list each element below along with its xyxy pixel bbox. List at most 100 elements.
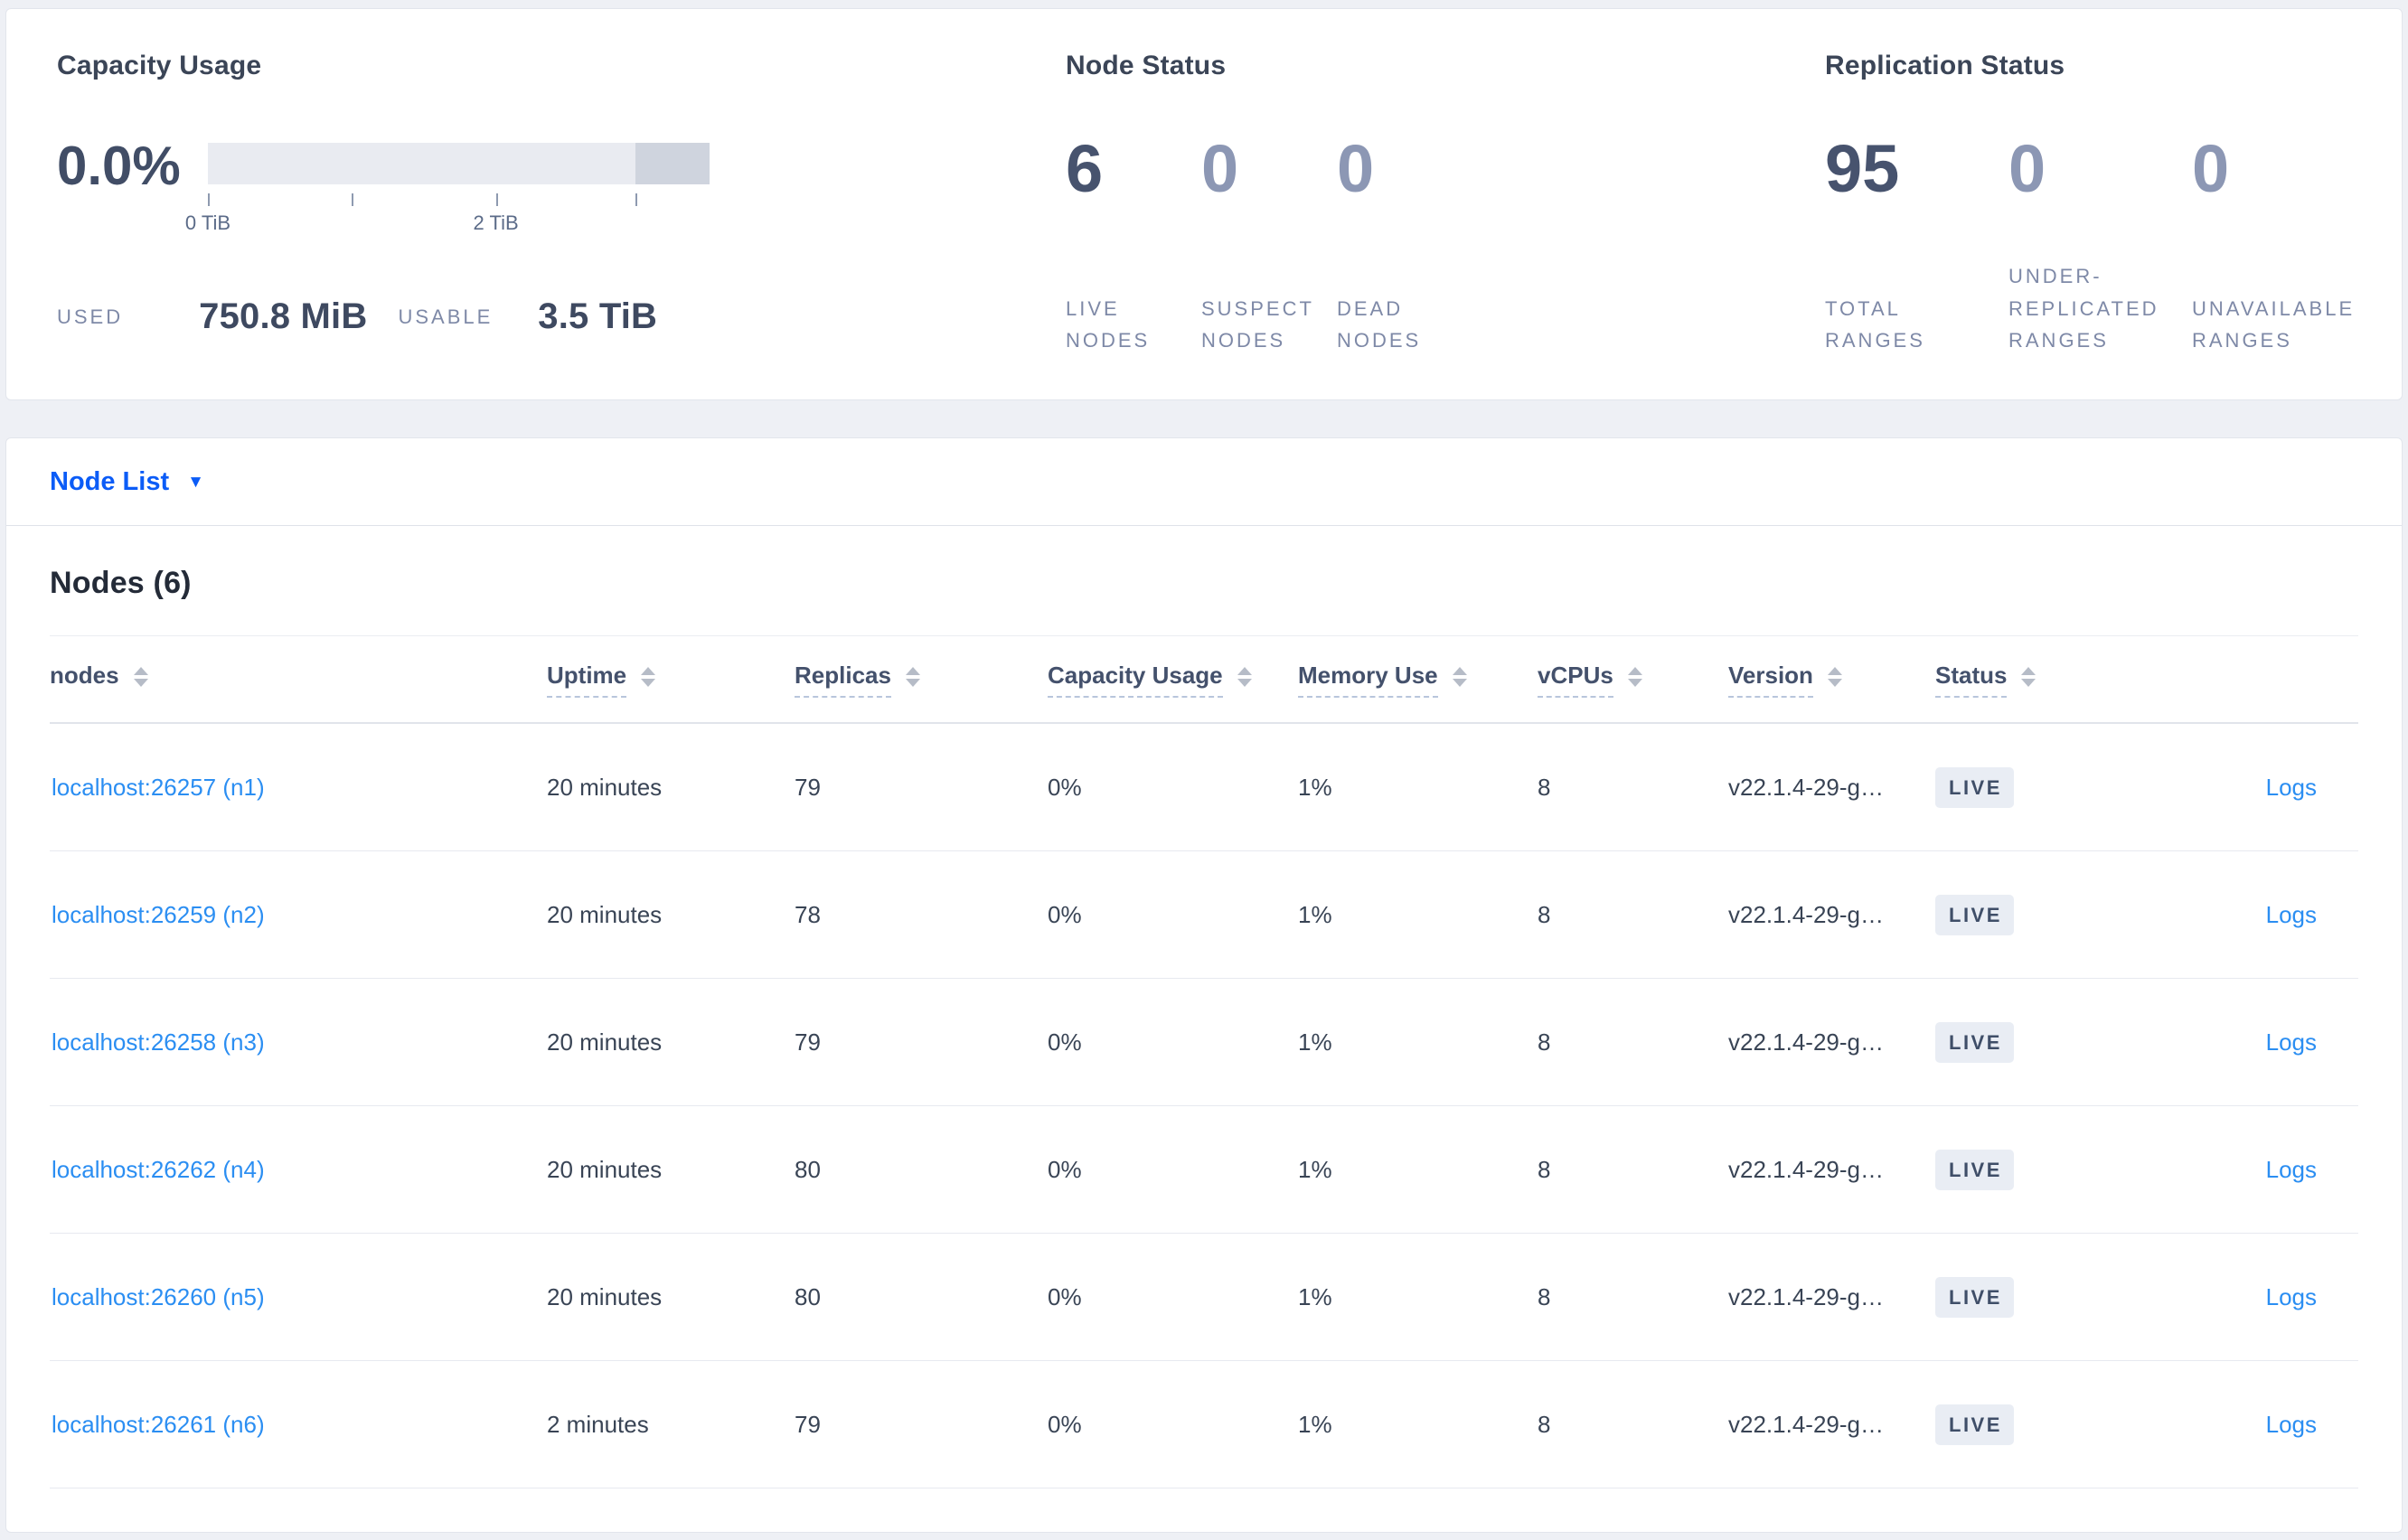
capacity-bar-ticks: [208, 193, 710, 208]
memory-use-cell: 1%: [1298, 1410, 1332, 1438]
chevron-down-icon: ▼: [187, 472, 204, 492]
capacity-usage-section: Capacity Usage 0.0% 0 TiB 2 TiB USED 750…: [57, 51, 1066, 399]
vcpus-cell: 8: [1538, 900, 1551, 928]
dead-nodes-label: DEAD NODES: [1337, 296, 1422, 352]
node-link[interactable]: localhost:26257 (n1): [52, 774, 265, 801]
column-header-vcpus[interactable]: vCPUs: [1538, 662, 1728, 698]
dead-nodes-value: 0: [1337, 131, 1375, 206]
uptime-cell: 20 minutes: [547, 773, 663, 801]
node-link[interactable]: localhost:26259 (n2): [52, 901, 265, 928]
logs-link[interactable]: Logs: [2266, 1283, 2317, 1310]
total-ranges-stat: 95 TOTAL RANGES: [1825, 131, 2008, 356]
capacity-usage-cell: 0%: [1048, 900, 1082, 928]
sort-icon: [1827, 666, 1842, 687]
node-status-section: Node Status 6 LIVE NODES 0 SUSPECT NODES…: [1066, 51, 1825, 399]
column-header-memory-use[interactable]: Memory Use: [1298, 662, 1538, 698]
sort-icon: [641, 666, 656, 687]
tick-label-0tib: 0 TiB: [184, 211, 231, 234]
column-header-uptime[interactable]: Uptime: [547, 662, 795, 698]
table-row: localhost:26259 (n2) 20 minutes 78 0% 1%…: [50, 851, 2358, 979]
uptime-cell: 20 minutes: [547, 1028, 663, 1056]
status-badge: LIVE: [1935, 1149, 2014, 1190]
vcpus-cell: 8: [1538, 1028, 1551, 1056]
column-header-version[interactable]: Version: [1728, 662, 1935, 698]
node-list-dropdown-row: Node List ▼: [6, 438, 2402, 526]
replicas-cell: 79: [795, 1410, 821, 1438]
replication-status-section: Replication Status 95 TOTAL RANGES 0 UND…: [1825, 51, 2375, 399]
unavailable-ranges-stat: 0 UNAVAILABLE RANGES: [2192, 131, 2375, 356]
logs-link[interactable]: Logs: [2266, 1028, 2317, 1056]
suspect-nodes-stat: 0 SUSPECT NODES: [1201, 131, 1337, 356]
sort-icon: [1237, 666, 1252, 687]
memory-use-cell: 1%: [1298, 1155, 1332, 1183]
sort-icon: [1452, 666, 1467, 687]
capacity-usage-title: Capacity Usage: [57, 51, 262, 80]
sort-icon: [133, 666, 148, 687]
suspect-nodes-label: SUSPECT NODES: [1201, 296, 1314, 352]
node-link[interactable]: localhost:26261 (n6): [52, 1411, 265, 1438]
table-row: localhost:26260 (n5) 20 minutes 80 0% 1%…: [50, 1234, 2358, 1361]
column-header-nodes[interactable]: nodes: [50, 662, 547, 698]
under-replicated-ranges-value: 0: [2008, 131, 2046, 206]
table-row: localhost:26258 (n3) 20 minutes 79 0% 1%…: [50, 979, 2358, 1106]
node-link[interactable]: localhost:26260 (n5): [52, 1283, 265, 1310]
used-label: USED: [57, 305, 124, 328]
logs-link[interactable]: Logs: [2266, 774, 2317, 801]
table-row: localhost:26262 (n4) 20 minutes 80 0% 1%…: [50, 1106, 2358, 1234]
suspect-nodes-value: 0: [1201, 131, 1239, 206]
node-list-dropdown[interactable]: Node List ▼: [50, 467, 204, 497]
status-badge: LIVE: [1935, 766, 2014, 808]
node-link[interactable]: localhost:26258 (n3): [52, 1028, 265, 1056]
memory-use-cell: 1%: [1298, 1282, 1332, 1310]
replicas-cell: 80: [795, 1155, 821, 1183]
dead-nodes-stat: 0 DEAD NODES: [1337, 131, 1472, 356]
usable-label: USABLE: [398, 305, 494, 328]
column-header-replicas[interactable]: Replicas: [795, 662, 1048, 698]
capacity-bar: [208, 143, 710, 184]
logs-link[interactable]: Logs: [2266, 1411, 2317, 1438]
version-cell: v22.1.4-29-g…: [1728, 1410, 1884, 1438]
vcpus-cell: 8: [1538, 773, 1551, 801]
vcpus-cell: 8: [1538, 1282, 1551, 1310]
status-badge: LIVE: [1935, 1276, 2014, 1318]
unavailable-ranges-value: 0: [2192, 131, 2230, 206]
cluster-summary-card: Capacity Usage 0.0% 0 TiB 2 TiB USED 750…: [5, 8, 2403, 400]
memory-use-cell: 1%: [1298, 773, 1332, 801]
table-row: localhost:26261 (n6) 2 minutes 79 0% 1% …: [50, 1361, 2358, 1488]
vcpus-cell: 8: [1538, 1410, 1551, 1438]
capacity-usage-cell: 0%: [1048, 1028, 1082, 1056]
capacity-usage-cell: 0%: [1048, 1155, 1082, 1183]
column-header-status[interactable]: Status: [1935, 662, 2160, 698]
live-nodes-value: 6: [1066, 131, 1104, 206]
node-list-dropdown-label: Node List: [50, 466, 170, 496]
logs-link[interactable]: Logs: [2266, 1156, 2317, 1183]
node-list-card: Node List ▼ Nodes (6) nodes Uptime Repli…: [5, 437, 2403, 1533]
status-badge: LIVE: [1935, 894, 2014, 935]
nodes-section-title: Nodes (6): [50, 566, 192, 600]
live-nodes-stat: 6 LIVE NODES: [1066, 131, 1201, 356]
node-status-title: Node Status: [1066, 51, 1227, 80]
version-cell: v22.1.4-29-g…: [1728, 1028, 1884, 1056]
nodes-table-header: nodes Uptime Replicas Capacity Usage Mem…: [50, 635, 2358, 724]
capacity-usage-cell: 0%: [1048, 1410, 1082, 1438]
uptime-cell: 20 minutes: [547, 900, 663, 928]
live-nodes-label: LIVE NODES: [1066, 296, 1151, 352]
logs-link[interactable]: Logs: [2266, 901, 2317, 928]
status-badge: LIVE: [1935, 1021, 2014, 1063]
usable-value: 3.5 TiB: [538, 296, 658, 336]
under-replicated-ranges-stat: 0 UNDER-REPLICATED RANGES: [2008, 131, 2192, 356]
node-link[interactable]: localhost:26262 (n4): [52, 1156, 265, 1183]
sort-icon: [905, 666, 920, 687]
total-ranges-value: 95: [1825, 131, 1900, 206]
tick-label-2tib: 2 TiB: [473, 211, 519, 234]
replicas-cell: 80: [795, 1282, 821, 1310]
capacity-bar-reserved-segment: [635, 143, 710, 184]
status-badge: LIVE: [1935, 1404, 2014, 1445]
replicas-cell: 79: [795, 773, 821, 801]
uptime-cell: 2 minutes: [547, 1410, 649, 1438]
unavailable-ranges-label: UNAVAILABLE RANGES: [2192, 296, 2356, 352]
column-header-capacity-usage[interactable]: Capacity Usage: [1048, 662, 1298, 698]
table-row: localhost:26257 (n1) 20 minutes 79 0% 1%…: [50, 724, 2358, 851]
uptime-cell: 20 minutes: [547, 1155, 663, 1183]
sort-icon: [2021, 666, 2036, 687]
